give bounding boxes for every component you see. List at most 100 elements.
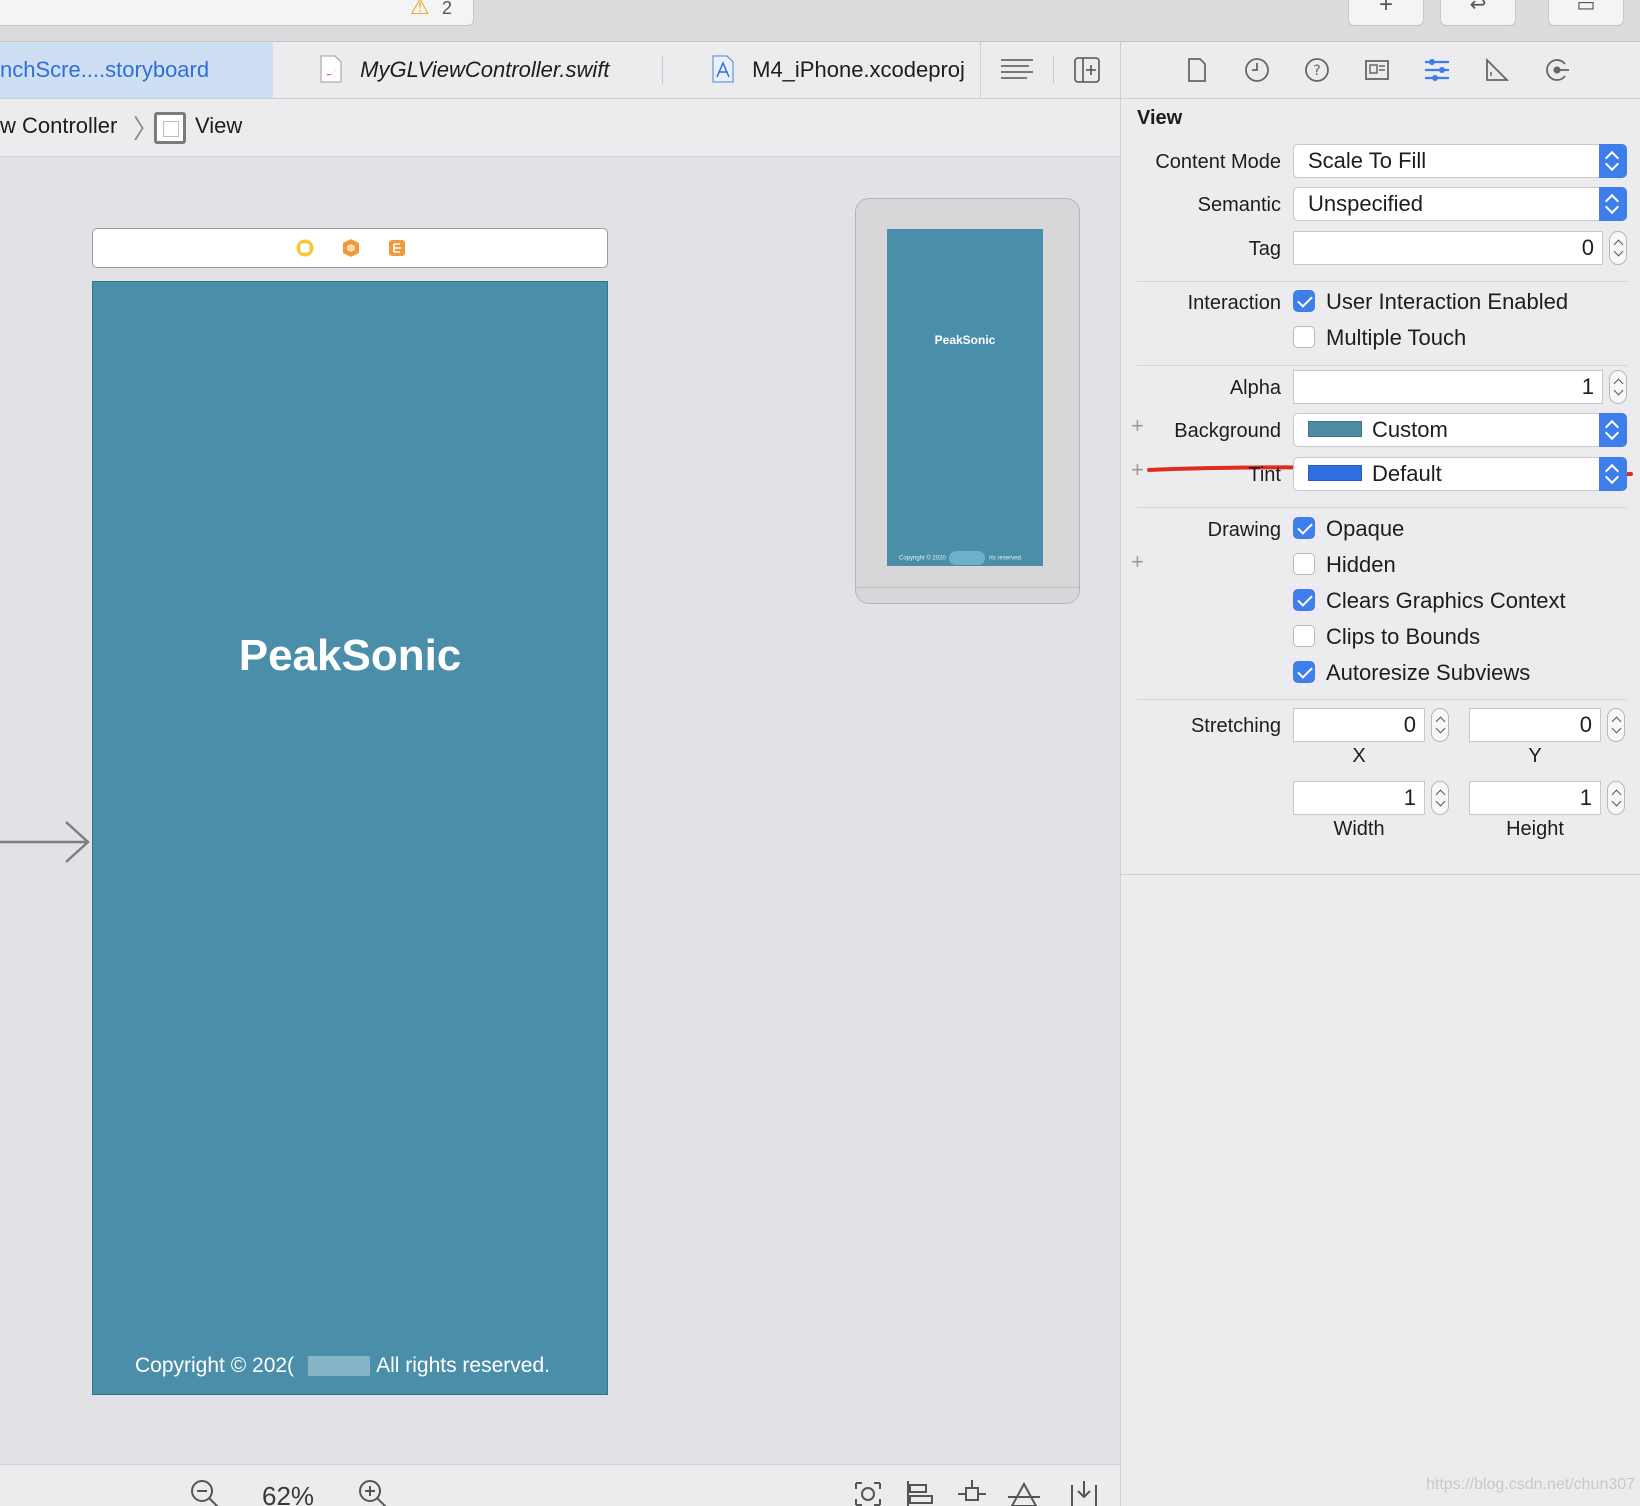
stretching-height-stepper[interactable] — [1607, 781, 1625, 815]
stretching-width-field[interactable]: 1 — [1293, 781, 1425, 815]
checkbox-checked-icon — [1293, 290, 1315, 313]
quick-help-icon[interactable]: ? — [1303, 56, 1331, 84]
add-constraints-icon[interactable] — [956, 1479, 988, 1506]
app-title-label[interactable]: PeakSonic — [93, 631, 607, 681]
add-variation-plus-icon[interactable]: + — [1131, 549, 1144, 575]
device-divider — [856, 587, 1079, 588]
embed-in-icon[interactable] — [1068, 1479, 1100, 1506]
editor-options — [980, 42, 1120, 99]
size-inspector-icon[interactable] — [1483, 56, 1511, 84]
alpha-stepper[interactable] — [1609, 370, 1627, 404]
checkbox-unchecked-icon — [1293, 625, 1315, 648]
back-forward-button[interactable]: ↩ — [1440, 0, 1516, 26]
warning-count[interactable]: 2 — [442, 0, 452, 19]
checkbox-checked-icon — [1293, 661, 1315, 684]
width-label: Width — [1333, 818, 1385, 840]
attributes-inspector-icon[interactable] — [1423, 56, 1451, 84]
tab-label: M4_iPhone.xcodeproj — [752, 57, 965, 82]
resolve-issues-icon[interactable] — [1008, 1479, 1040, 1506]
zoom-out-icon[interactable] — [190, 1479, 220, 1506]
add-editor-icon[interactable] — [1073, 56, 1101, 84]
clips-to-bounds-checkbox[interactable]: Clips to Bounds — [1293, 624, 1480, 650]
tab-label: nchScre....storyboard — [0, 57, 210, 82]
zoom-in-icon[interactable] — [358, 1479, 388, 1506]
clears-graphics-context-checkbox[interactable]: Clears Graphics Context — [1293, 588, 1566, 614]
back-forward-icon: ↩ — [1469, 0, 1487, 16]
autoresize-subviews-checkbox[interactable]: Autoresize Subviews — [1293, 660, 1530, 686]
tint-color-swatch — [1308, 465, 1362, 482]
canvas-bottom-bar: 62% — [0, 1464, 1120, 1506]
attributes-inspector: ? View Content Mode Scale To Fill Semant… — [1120, 42, 1640, 1506]
editor-options-icon[interactable] — [999, 56, 1035, 84]
content-mode-value: Scale To Fill — [1308, 148, 1427, 173]
breadcrumb-view[interactable]: View — [195, 113, 242, 139]
user-interaction-checkbox[interactable]: User Interaction Enabled — [1293, 289, 1568, 315]
swift-file-icon — [320, 55, 342, 83]
stretching-y-stepper[interactable] — [1607, 708, 1625, 742]
stretching-x-field[interactable]: 0 — [1293, 708, 1425, 742]
updown-chevron-icon — [1599, 144, 1627, 178]
view-controller-icon[interactable] — [295, 238, 315, 258]
tab-storyboard[interactable]: nchScre....storyboard — [0, 42, 273, 98]
stretching-height-field[interactable]: 1 — [1469, 781, 1601, 815]
identity-inspector-icon[interactable] — [1363, 56, 1391, 84]
breadcrumb-view-controller[interactable]: w Controller — [0, 113, 117, 139]
tint-color-popup[interactable]: Default — [1293, 457, 1627, 491]
stretching-x-stepper[interactable] — [1431, 708, 1449, 742]
opaque-text: Opaque — [1326, 516, 1405, 541]
history-inspector-icon[interactable] — [1243, 56, 1271, 84]
tab-xcodeproj[interactable]: M4_iPhone.xcodeproj — [712, 42, 965, 98]
content-mode-label: Content Mode — [1155, 151, 1281, 173]
user-interaction-text: User Interaction Enabled — [1326, 289, 1569, 314]
alpha-field[interactable]: 1 — [1293, 370, 1603, 404]
xcodeproj-icon — [712, 55, 734, 83]
background-value: Custom — [1372, 417, 1448, 442]
warning-icon[interactable]: ⚠ — [410, 0, 430, 20]
window-toolbar: ⚠ 2 + ↩ ▭ — [0, 0, 1640, 42]
preview-copyright-prefix: Copyright © 2020 — [899, 555, 946, 562]
tag-stepper[interactable] — [1609, 231, 1627, 265]
device-preview: PeakSonic Copyright © 2020 rts reserved. — [855, 198, 1080, 604]
exit-icon[interactable] — [387, 238, 407, 258]
content-mode-popup[interactable]: Scale To Fill — [1293, 144, 1627, 178]
tab-swift-file[interactable]: MyGLViewController.swift — [320, 42, 610, 98]
preview-copyright: Copyright © 2020 rts reserved. — [899, 551, 1022, 565]
background-color-popup[interactable]: Custom — [1293, 413, 1627, 447]
file-inspector-icon[interactable] — [1183, 56, 1211, 84]
activity-viewer[interactable]: ⚠ 2 — [0, 0, 474, 26]
tag-field[interactable]: 0 — [1293, 231, 1603, 265]
stretching-y-field[interactable]: 0 — [1469, 708, 1601, 742]
storyboard-canvas[interactable]: PeakSonic Copyright © 202(All rights res… — [0, 158, 1120, 1464]
y-label: Y — [1528, 745, 1542, 767]
opaque-checkbox[interactable]: Opaque — [1293, 516, 1404, 542]
inspector-divider — [1121, 874, 1640, 875]
inspector-tabs: ? — [1121, 42, 1640, 99]
preview-copyright-suffix: rts reserved. — [989, 555, 1023, 562]
background-color-swatch — [1308, 421, 1362, 438]
panel-layout-button[interactable]: ▭ — [1548, 0, 1624, 26]
editor-tab-bar: nchScre....storyboard MyGLViewController… — [0, 42, 1120, 99]
library-plus-button[interactable]: + — [1348, 0, 1424, 26]
update-frames-icon[interactable] — [852, 1479, 884, 1506]
semantic-label: Semantic — [1197, 194, 1281, 216]
align-icon[interactable] — [904, 1479, 936, 1506]
multiple-touch-text: Multiple Touch — [1326, 325, 1467, 350]
hidden-checkbox[interactable]: Hidden — [1293, 552, 1396, 578]
zoom-level[interactable]: 62% — [262, 1481, 314, 1506]
updown-chevron-icon — [1599, 413, 1627, 447]
semantic-popup[interactable]: Unspecified — [1293, 187, 1627, 221]
section-divider — [1137, 281, 1627, 282]
drawing-label: Drawing — [1207, 519, 1281, 541]
tag-label: Tag — [1248, 238, 1281, 260]
multiple-touch-checkbox[interactable]: Multiple Touch — [1293, 325, 1466, 351]
entry-point-arrow-icon[interactable] — [0, 820, 90, 864]
launch-screen-view[interactable]: PeakSonic Copyright © 202(All rights res… — [92, 281, 608, 1395]
tab-separator — [662, 56, 663, 84]
tab-label: MyGLViewController.swift — [360, 57, 610, 82]
checkbox-unchecked-icon — [1293, 326, 1315, 349]
copyright-label[interactable]: Copyright © 202(All rights reserved. — [135, 1354, 550, 1378]
stretching-width-stepper[interactable] — [1431, 781, 1449, 815]
background-label: Background — [1174, 420, 1281, 442]
connections-inspector-icon[interactable] — [1543, 56, 1571, 84]
first-responder-icon[interactable] — [341, 238, 361, 258]
